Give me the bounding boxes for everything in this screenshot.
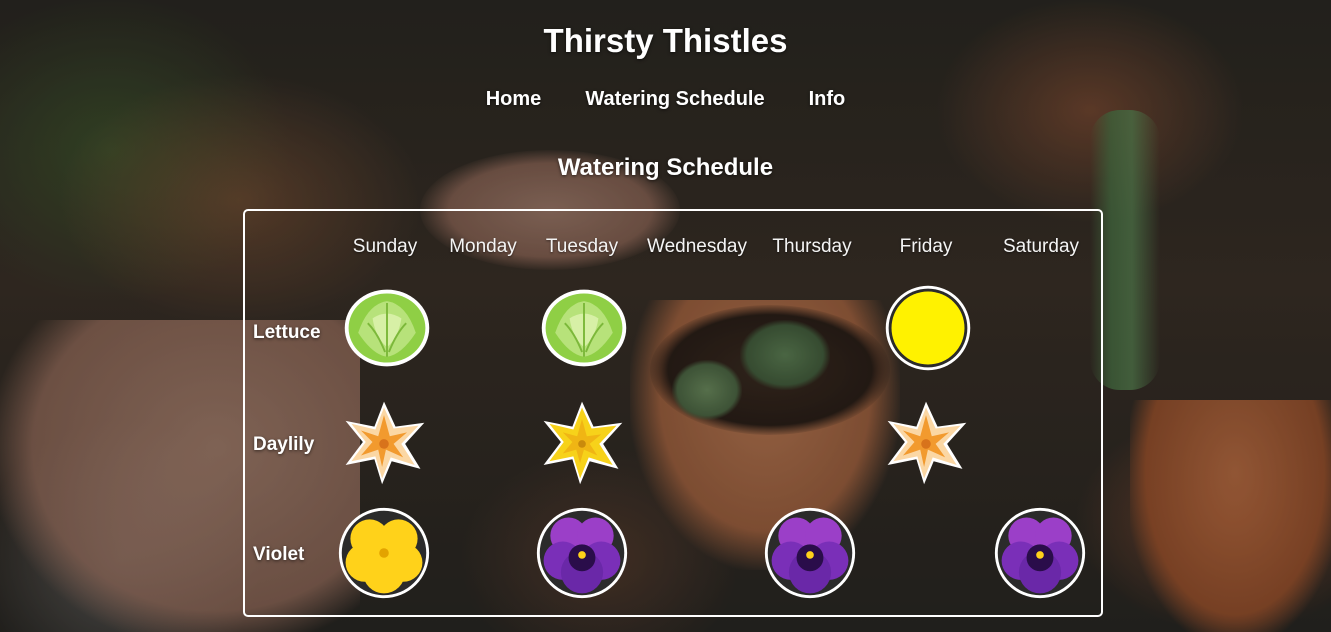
row-label-lettuce: Lettuce bbox=[253, 322, 321, 343]
yellow-circle-icon bbox=[880, 280, 976, 376]
site-title: Thirsty Thistles bbox=[543, 22, 788, 59]
day-header-wednesday: Wednesday bbox=[647, 236, 747, 257]
main-nav: Home Watering Schedule Info bbox=[0, 88, 1331, 111]
day-header-friday: Friday bbox=[899, 236, 953, 257]
yellow-pansy-icon bbox=[336, 505, 432, 601]
purple-pansy-icon bbox=[534, 505, 630, 601]
purple-pansy-icon bbox=[992, 505, 1088, 601]
nav-link-watering-schedule[interactable]: Watering Schedule bbox=[585, 88, 764, 111]
day-header-saturday: Saturday bbox=[1002, 236, 1080, 257]
nav-link-info[interactable]: Info bbox=[809, 88, 846, 111]
row-label-violet: Violet bbox=[253, 544, 305, 565]
row-label-daylily: Daylily bbox=[253, 434, 315, 455]
orange-daylily-icon bbox=[878, 394, 974, 490]
lettuce-icon bbox=[339, 280, 435, 376]
lettuce-icon bbox=[536, 280, 632, 376]
day-header-thursday: Thursday bbox=[772, 236, 852, 257]
orange-daylily-icon bbox=[336, 394, 432, 490]
purple-pansy-icon bbox=[762, 505, 858, 601]
day-header-tuesday: Tuesday bbox=[545, 236, 619, 257]
yellow-daylily-icon bbox=[534, 394, 630, 490]
nav-link-home[interactable]: Home bbox=[486, 88, 542, 111]
schedule-title: Watering Schedule bbox=[557, 154, 774, 181]
